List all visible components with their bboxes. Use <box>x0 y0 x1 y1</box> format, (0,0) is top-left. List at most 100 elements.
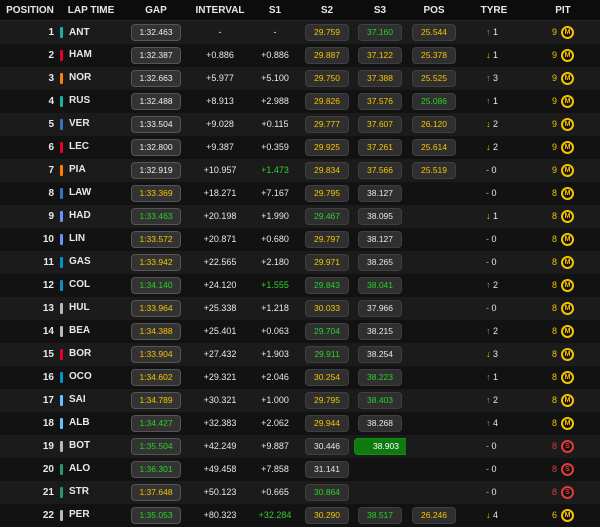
s1-time: 29.797 <box>305 230 349 248</box>
s2-cell: 37.607 <box>354 113 406 136</box>
table-row[interactable]: 8 LAW 1:33.369 +18.271 +7.167 29.795 38.127 - 0… <box>0 181 600 205</box>
table-row[interactable]: 5 VER 1:33.504 +9.028 +0.115 29.777 37.607 26.1… <box>0 112 600 136</box>
header-pit[interactable]: PIT <box>526 0 600 21</box>
position-number: 12 <box>42 279 54 291</box>
s2-time: 37.966 <box>358 299 402 317</box>
driver-cell[interactable]: PIA <box>60 159 122 182</box>
table-row[interactable]: 10 LIN 1:33.572 +20.871 +0.680 29.797 38.127 - … <box>0 227 600 251</box>
header-s1[interactable]: S1 <box>250 0 300 21</box>
driver-cell[interactable]: BEA <box>60 320 122 343</box>
table-row[interactable]: 14 BEA 1:34.388 +25.401 +0.063 29.704 38.215 ↑ … <box>0 319 600 343</box>
s1-time: 29.911 <box>305 345 349 363</box>
driver-cell[interactable]: HAD <box>60 205 122 228</box>
position-change: 1 <box>493 50 499 60</box>
table-row[interactable]: 13 HUL 1:33.964 +25.338 +1.218 30.033 37.966 - … <box>0 296 600 320</box>
position-number: 6 <box>48 141 54 153</box>
driver-cell[interactable]: STR <box>60 481 122 504</box>
header-gap[interactable]: GAP <box>122 0 190 21</box>
s1-cell: 29.795 <box>300 389 354 412</box>
tyre-laps: 8 <box>551 349 557 359</box>
team-color-bar <box>60 463 63 475</box>
position-down-icon: ↓ <box>486 50 491 60</box>
position-change-cell: - 0 <box>462 481 526 504</box>
driver-cell[interactable]: LEC <box>60 136 122 159</box>
table-row[interactable]: 16 OCO 1:34.602 +29.321 +2.046 30.254 38.223 ↑ … <box>0 365 600 389</box>
table-row[interactable]: 3 NOR 1:32.663 +5.977 +5.100 29.750 37.388 25.5… <box>0 66 600 90</box>
table-row[interactable]: 12 COL 1:34.140 +24.120 +1.555 29.843 38.041 ↑ … <box>0 273 600 297</box>
s3-time: 25.086 <box>412 92 456 110</box>
interval: +7.858 <box>261 464 289 474</box>
table-row[interactable]: 19 BOT 1:35.504 +42.249 +9.887 30.446 38.903 - … <box>0 434 600 458</box>
team-color-bar <box>60 371 63 383</box>
header-s3[interactable]: S3 <box>354 0 406 21</box>
driver-cell[interactable]: RUS <box>60 90 122 113</box>
driver-cell[interactable]: VER <box>60 113 122 136</box>
driver-cell[interactable]: ALO <box>60 458 122 481</box>
driver-cell[interactable]: NOR <box>60 67 122 90</box>
table-row[interactable]: 17 SAI 1:34.789 +30.321 +1.000 29.795 38.403 ↑ … <box>0 388 600 412</box>
driver-code: HAD <box>69 210 91 222</box>
table-row[interactable]: 22 PER 1:35.053 +80.323 +32.284 30.290 38.517 2… <box>0 503 600 527</box>
table-row[interactable]: 2 HAM 1:32.387 +0.886 +0.886 29.887 37.122 25.3… <box>0 43 600 67</box>
interval: +2.180 <box>261 257 289 267</box>
header-pos[interactable]: POS <box>406 0 462 21</box>
s2-time: 38.265 <box>358 253 402 271</box>
driver-code: LAW <box>69 187 92 199</box>
interval: +0.680 <box>261 234 289 244</box>
driver-cell[interactable]: SAI <box>60 389 122 412</box>
table-row[interactable]: 18 ALB 1:34.427 +32.383 +2.062 29.944 38.268 ↑ … <box>0 411 600 435</box>
medium-tyre-icon: M <box>561 25 574 39</box>
interval: +2.046 <box>261 372 289 382</box>
table-row[interactable]: 1 ANT 1:32.463- -29.759 37.160 25.544 ↑ 19M <box>0 20 600 44</box>
position-change: 2 <box>493 142 499 152</box>
team-color-bar <box>60 187 63 199</box>
position-change-cell: - 0 <box>462 435 526 458</box>
lap-time: 1:37.648 <box>131 483 181 501</box>
driver-cell[interactable]: PER <box>60 504 122 527</box>
position-up-icon: ↑ <box>486 73 491 83</box>
s1-cell: 29.971 <box>300 251 354 274</box>
tyre-laps: 9 <box>551 119 557 129</box>
driver-cell[interactable]: HAM <box>60 44 122 67</box>
header-position[interactable]: POSITION <box>0 0 60 21</box>
driver-cell[interactable]: LIN <box>60 228 122 251</box>
table-row[interactable]: 11 GAS 1:33.942 +22.565 +2.180 29.971 38.265 - … <box>0 250 600 274</box>
lap-time: 1:33.463 <box>131 207 181 225</box>
header-lap-time[interactable]: LAP TIME <box>60 0 122 21</box>
table-row[interactable]: 6 LEC 1:32.800 +9.387 +0.359 29.925 37.261 25.6… <box>0 135 600 159</box>
s1-time: 31.141 <box>305 460 349 478</box>
header-s2[interactable]: S2 <box>300 0 354 21</box>
s1-time: 30.254 <box>305 368 349 386</box>
table-row[interactable]: 15 BOR 1:33.904 +27.432 +1.903 29.911 38.254 ↓ … <box>0 342 600 366</box>
driver-cell[interactable]: GAS <box>60 251 122 274</box>
table-row[interactable]: 20 ALO 1:36.301 +49.458 +7.858 31.141- 08S <box>0 457 600 481</box>
driver-cell[interactable]: BOT <box>60 435 122 458</box>
header-interval[interactable]: INTERVAL <box>190 0 250 21</box>
s2-time: 37.160 <box>358 23 402 41</box>
position-change-cell: - 0 <box>462 159 526 182</box>
driver-cell[interactable]: BOR <box>60 343 122 366</box>
driver-code: GAS <box>69 256 91 268</box>
gap: +10.957 <box>203 165 237 175</box>
driver-cell[interactable]: OCO <box>60 366 122 389</box>
s1-cell: 30.254 <box>300 366 354 389</box>
table-row[interactable]: 4 RUS 1:32.488 +8.913 +2.988 29.826 37.576 25.0… <box>0 89 600 113</box>
table-row[interactable]: 7 PIA 1:32.919 +10.957 +1.473 29.834 37.566 25.… <box>0 158 600 182</box>
driver-cell[interactable]: ALB <box>60 412 122 435</box>
position-down-icon: ↓ <box>486 142 491 152</box>
s2-cell: 38.517 <box>354 504 406 527</box>
position-change: 3 <box>493 73 499 83</box>
position-change-cell: ↑ 1 <box>462 21 526 44</box>
driver-cell[interactable]: ANT <box>60 21 122 44</box>
driver-cell[interactable]: COL <box>60 274 122 297</box>
s1-time: 29.467 <box>305 207 349 225</box>
table-row[interactable]: 9 HAD 1:33.463 +20.198 +1.990 29.467 38.095 ↓ 1… <box>0 204 600 228</box>
driver-cell[interactable]: LAW <box>60 182 122 205</box>
no-change-icon: - <box>486 165 489 175</box>
position-change: 0 <box>491 165 497 175</box>
lap-time-cell: 1:33.463 <box>122 205 190 228</box>
lap-time: 1:33.369 <box>131 184 181 202</box>
table-row[interactable]: 21 STR 1:37.648 +50.123 +0.665 30.864- 08S <box>0 480 600 504</box>
header-tyre[interactable]: TYRE <box>462 0 526 21</box>
driver-cell[interactable]: HUL <box>60 297 122 320</box>
